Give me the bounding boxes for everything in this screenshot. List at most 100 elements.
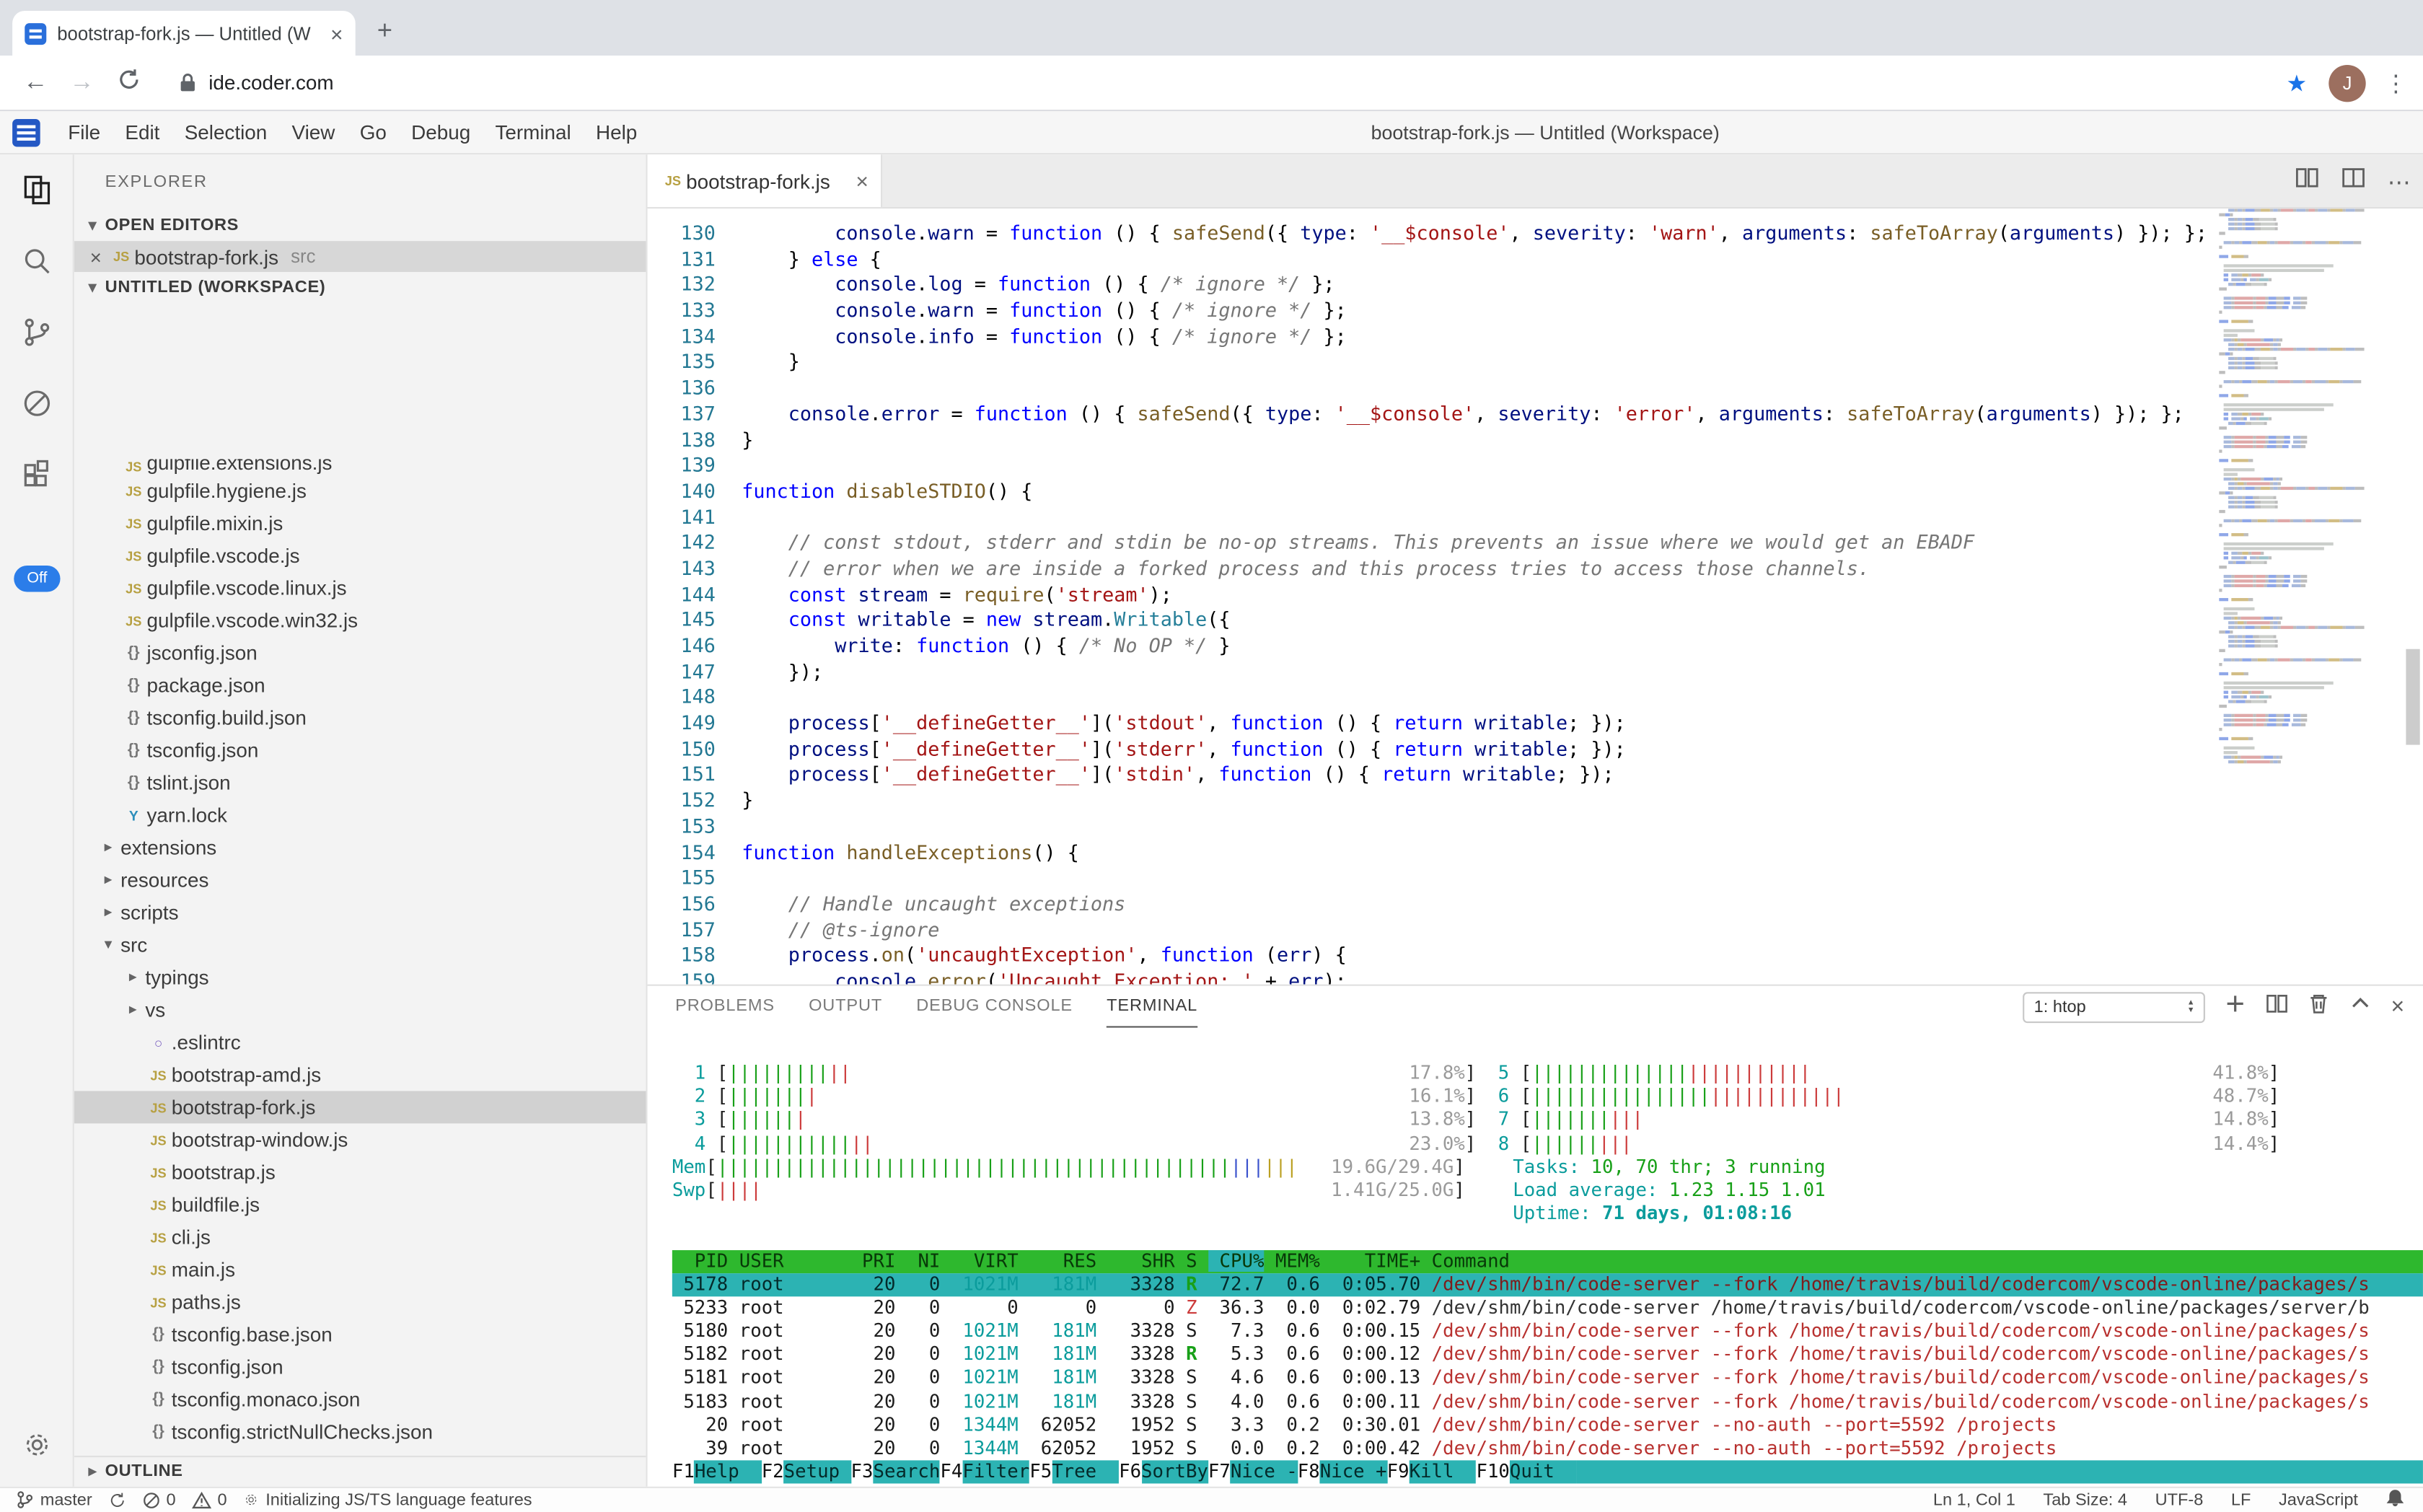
fkey-f8[interactable]: F8 — [1298, 1461, 1320, 1485]
bookmark-star-icon[interactable]: ★ — [2286, 69, 2307, 97]
tab-close-icon[interactable]: × — [330, 21, 343, 45]
forward-icon[interactable]: → — [58, 69, 105, 97]
fkey-label-nice[interactable]: Nice - — [1231, 1461, 1298, 1485]
process-row-5180[interactable]: 5180 root 20 0 1021M 181M 3328 S 7.3 0.6… — [672, 1320, 2423, 1344]
code-line[interactable]: 149 process['__defineGetter__']('stdout'… — [648, 711, 2423, 737]
debug-icon[interactable] — [0, 368, 74, 439]
back-icon[interactable]: ← — [12, 69, 58, 97]
outline-section[interactable]: ▸ OUTLINE — [74, 1455, 646, 1486]
tree-item-bootstrap-window-js[interactable]: JSbootstrap-window.js — [74, 1123, 646, 1156]
code-line[interactable]: 130 console.warn = function () { safeSen… — [648, 221, 2423, 247]
tree-item-tslint-json[interactable]: {}tslint.json — [74, 767, 646, 799]
tree-item-gulpfile-vscode-win32-js[interactable]: JSgulpfile.vscode.win32.js — [74, 605, 646, 637]
tree-item-tsconfig-json[interactable]: {}tsconfig.json — [74, 1350, 646, 1383]
process-row-5178[interactable]: 5178 root 20 0 1021M 181M 3328 R 72.7 0.… — [672, 1273, 2423, 1297]
fkey-f2[interactable]: F2 — [762, 1461, 784, 1485]
panel-tab-debug-console[interactable]: DEBUG CONSOLE — [916, 987, 1073, 1027]
tree-item-bootstrap-amd-js[interactable]: JSbootstrap-amd.js — [74, 1058, 646, 1091]
new-tab-button[interactable]: + — [377, 15, 392, 46]
menu-debug[interactable]: Debug — [399, 120, 483, 144]
process-row-5183[interactable]: 5183 root 20 0 1021M 181M 3328 S 4.0 0.6… — [672, 1390, 2423, 1414]
fkey-label-sortby[interactable]: SortBy — [1141, 1461, 1208, 1485]
code-line[interactable]: 144 const stream = require('stream'); — [648, 582, 2423, 608]
tree-item-vs[interactable]: ▸vs — [74, 993, 646, 1026]
fkey-f6[interactable]: F6 — [1119, 1461, 1141, 1485]
tree-item-typings[interactable]: ▸typings — [74, 961, 646, 993]
source-control-icon[interactable] — [0, 296, 74, 368]
encoding-indicator[interactable]: UTF-8 — [2155, 1490, 2204, 1509]
tree-item-src[interactable]: ▾src — [74, 928, 646, 961]
terminal-select[interactable]: 1: htop ▲▼ — [2023, 991, 2206, 1022]
process-row-5181[interactable]: 5181 root 20 0 1021M 181M 3328 S 4.6 0.6… — [672, 1367, 2423, 1391]
code-line[interactable]: 156 // Handle uncaught exceptions — [648, 892, 2423, 918]
panel-tab-terminal[interactable]: TERMINAL — [1107, 987, 1197, 1027]
code-line[interactable]: 159 console.error('Uncaught Exception: '… — [648, 969, 2423, 985]
fkey-f3[interactable]: F3 — [851, 1461, 874, 1485]
tree-item-jsconfig-json[interactable]: {}jsconfig.json — [74, 637, 646, 669]
workspace-section[interactable]: ▾ UNTITLED (WORKSPACE) — [74, 273, 646, 304]
fkey-f5[interactable]: F5 — [1029, 1461, 1052, 1485]
language-status[interactable]: Initializing JS/TS language features — [242, 1490, 532, 1509]
fkey-label-quit[interactable]: Quit — [1510, 1461, 1577, 1485]
branch-indicator[interactable]: master — [15, 1490, 92, 1510]
tree-item-paths-js[interactable]: JSpaths.js — [74, 1285, 646, 1318]
fkey-label-setup[interactable]: Setup — [784, 1461, 851, 1485]
terminal[interactable]: 1 [||||||||||| 17.8%] 5 [|||||||||||||||… — [648, 1028, 2423, 1486]
tree-item-yarn-lock[interactable]: Yyarn.lock — [74, 799, 646, 832]
open-editor-item[interactable]: × JS bootstrap-fork.js src — [74, 241, 646, 273]
menu-selection[interactable]: Selection — [172, 120, 280, 144]
code-line[interactable]: 142 // const stdout, stderr and stdin be… — [648, 530, 2423, 556]
language-indicator[interactable]: JavaScript — [2279, 1490, 2358, 1509]
tree-item-tsconfig-strictnullchecks-json[interactable]: {}tsconfig.strictNullChecks.json — [74, 1415, 646, 1448]
fkey-label-search[interactable]: Search — [874, 1461, 941, 1485]
sync-icon[interactable] — [107, 1490, 126, 1509]
tree-item-cli-js[interactable]: JScli.js — [74, 1221, 646, 1253]
code-line[interactable]: 153 — [648, 814, 2423, 840]
editor-scrollbar[interactable] — [2401, 208, 2423, 984]
close-tab-icon[interactable]: × — [856, 168, 869, 193]
code-line[interactable]: 141 — [648, 505, 2423, 531]
fkey-f7[interactable]: F7 — [1208, 1461, 1231, 1485]
fkey-label-help[interactable]: Help — [695, 1461, 762, 1485]
code-line[interactable]: 151 process['__defineGetter__']('stdin',… — [648, 762, 2423, 788]
panel-tab-output[interactable]: OUTPUT — [809, 987, 882, 1027]
tree-item-extensions[interactable]: ▸extensions — [74, 832, 646, 864]
code-line[interactable]: 154function handleExceptions() { — [648, 840, 2423, 866]
tree-item-tsconfig-build-json[interactable]: {}tsconfig.build.json — [74, 702, 646, 734]
fkey-f9[interactable]: F9 — [1387, 1461, 1410, 1485]
code-line[interactable]: 137 console.error = function () { safeSe… — [648, 402, 2423, 428]
menu-file[interactable]: File — [56, 120, 113, 144]
browser-tab[interactable]: bootstrap-fork.js — Untitled (W × — [12, 11, 356, 56]
new-terminal-icon[interactable] — [2224, 991, 2247, 1022]
tree-item-package-json[interactable]: {}package.json — [74, 669, 646, 702]
tree-item-gulpfile-extensions-js[interactable]: JSgulpfile.extensions.js — [74, 459, 646, 474]
code-line[interactable]: 136 — [648, 376, 2423, 402]
code-editor[interactable]: 130 console.warn = function () { safeSen… — [648, 208, 2423, 984]
menu-help[interactable]: Help — [584, 120, 650, 144]
toggle-layout-icon[interactable] — [2341, 165, 2365, 198]
close-editor-icon[interactable]: × — [84, 245, 108, 268]
ssl-lock-icon[interactable] — [179, 73, 196, 93]
collaboration-off-badge[interactable]: Off — [14, 566, 60, 592]
editor-tab-bootstrap-fork[interactable]: JS bootstrap-fork.js × — [648, 154, 883, 207]
fkey-label-tree[interactable]: Tree — [1052, 1461, 1119, 1485]
code-line[interactable]: 157 // @ts-ignore — [648, 918, 2423, 944]
eol-indicator[interactable]: LF — [2231, 1490, 2251, 1509]
tree-item-gulpfile-vscode-linux-js[interactable]: JSgulpfile.vscode.linux.js — [74, 572, 646, 605]
menu-go[interactable]: Go — [348, 120, 399, 144]
avatar[interactable]: J — [2329, 64, 2365, 101]
fkey-f10[interactable]: F10 — [1476, 1461, 1509, 1485]
tree-item-eslintrc[interactable]: ○.eslintrc — [74, 1026, 646, 1058]
split-editor-icon[interactable] — [2295, 165, 2319, 198]
tree-item-tsconfig-monaco-json[interactable]: {}tsconfig.monaco.json — [74, 1383, 646, 1415]
menu-view[interactable]: View — [279, 120, 347, 144]
fkey-f1[interactable]: F1 — [672, 1461, 695, 1485]
error-indicator[interactable]: 0 0 — [141, 1490, 227, 1509]
tree-item-scripts[interactable]: ▸scripts — [74, 896, 646, 928]
code-line[interactable]: 138} — [648, 427, 2423, 453]
tree-item-tsconfig-base-json[interactable]: {}tsconfig.base.json — [74, 1318, 646, 1350]
extensions-icon[interactable] — [0, 439, 74, 510]
fkey-label-filter[interactable]: Filter — [962, 1461, 1029, 1485]
tree-item-main-js[interactable]: JSmain.js — [74, 1253, 646, 1285]
browser-menu-icon[interactable]: ⋮ — [2384, 69, 2407, 97]
